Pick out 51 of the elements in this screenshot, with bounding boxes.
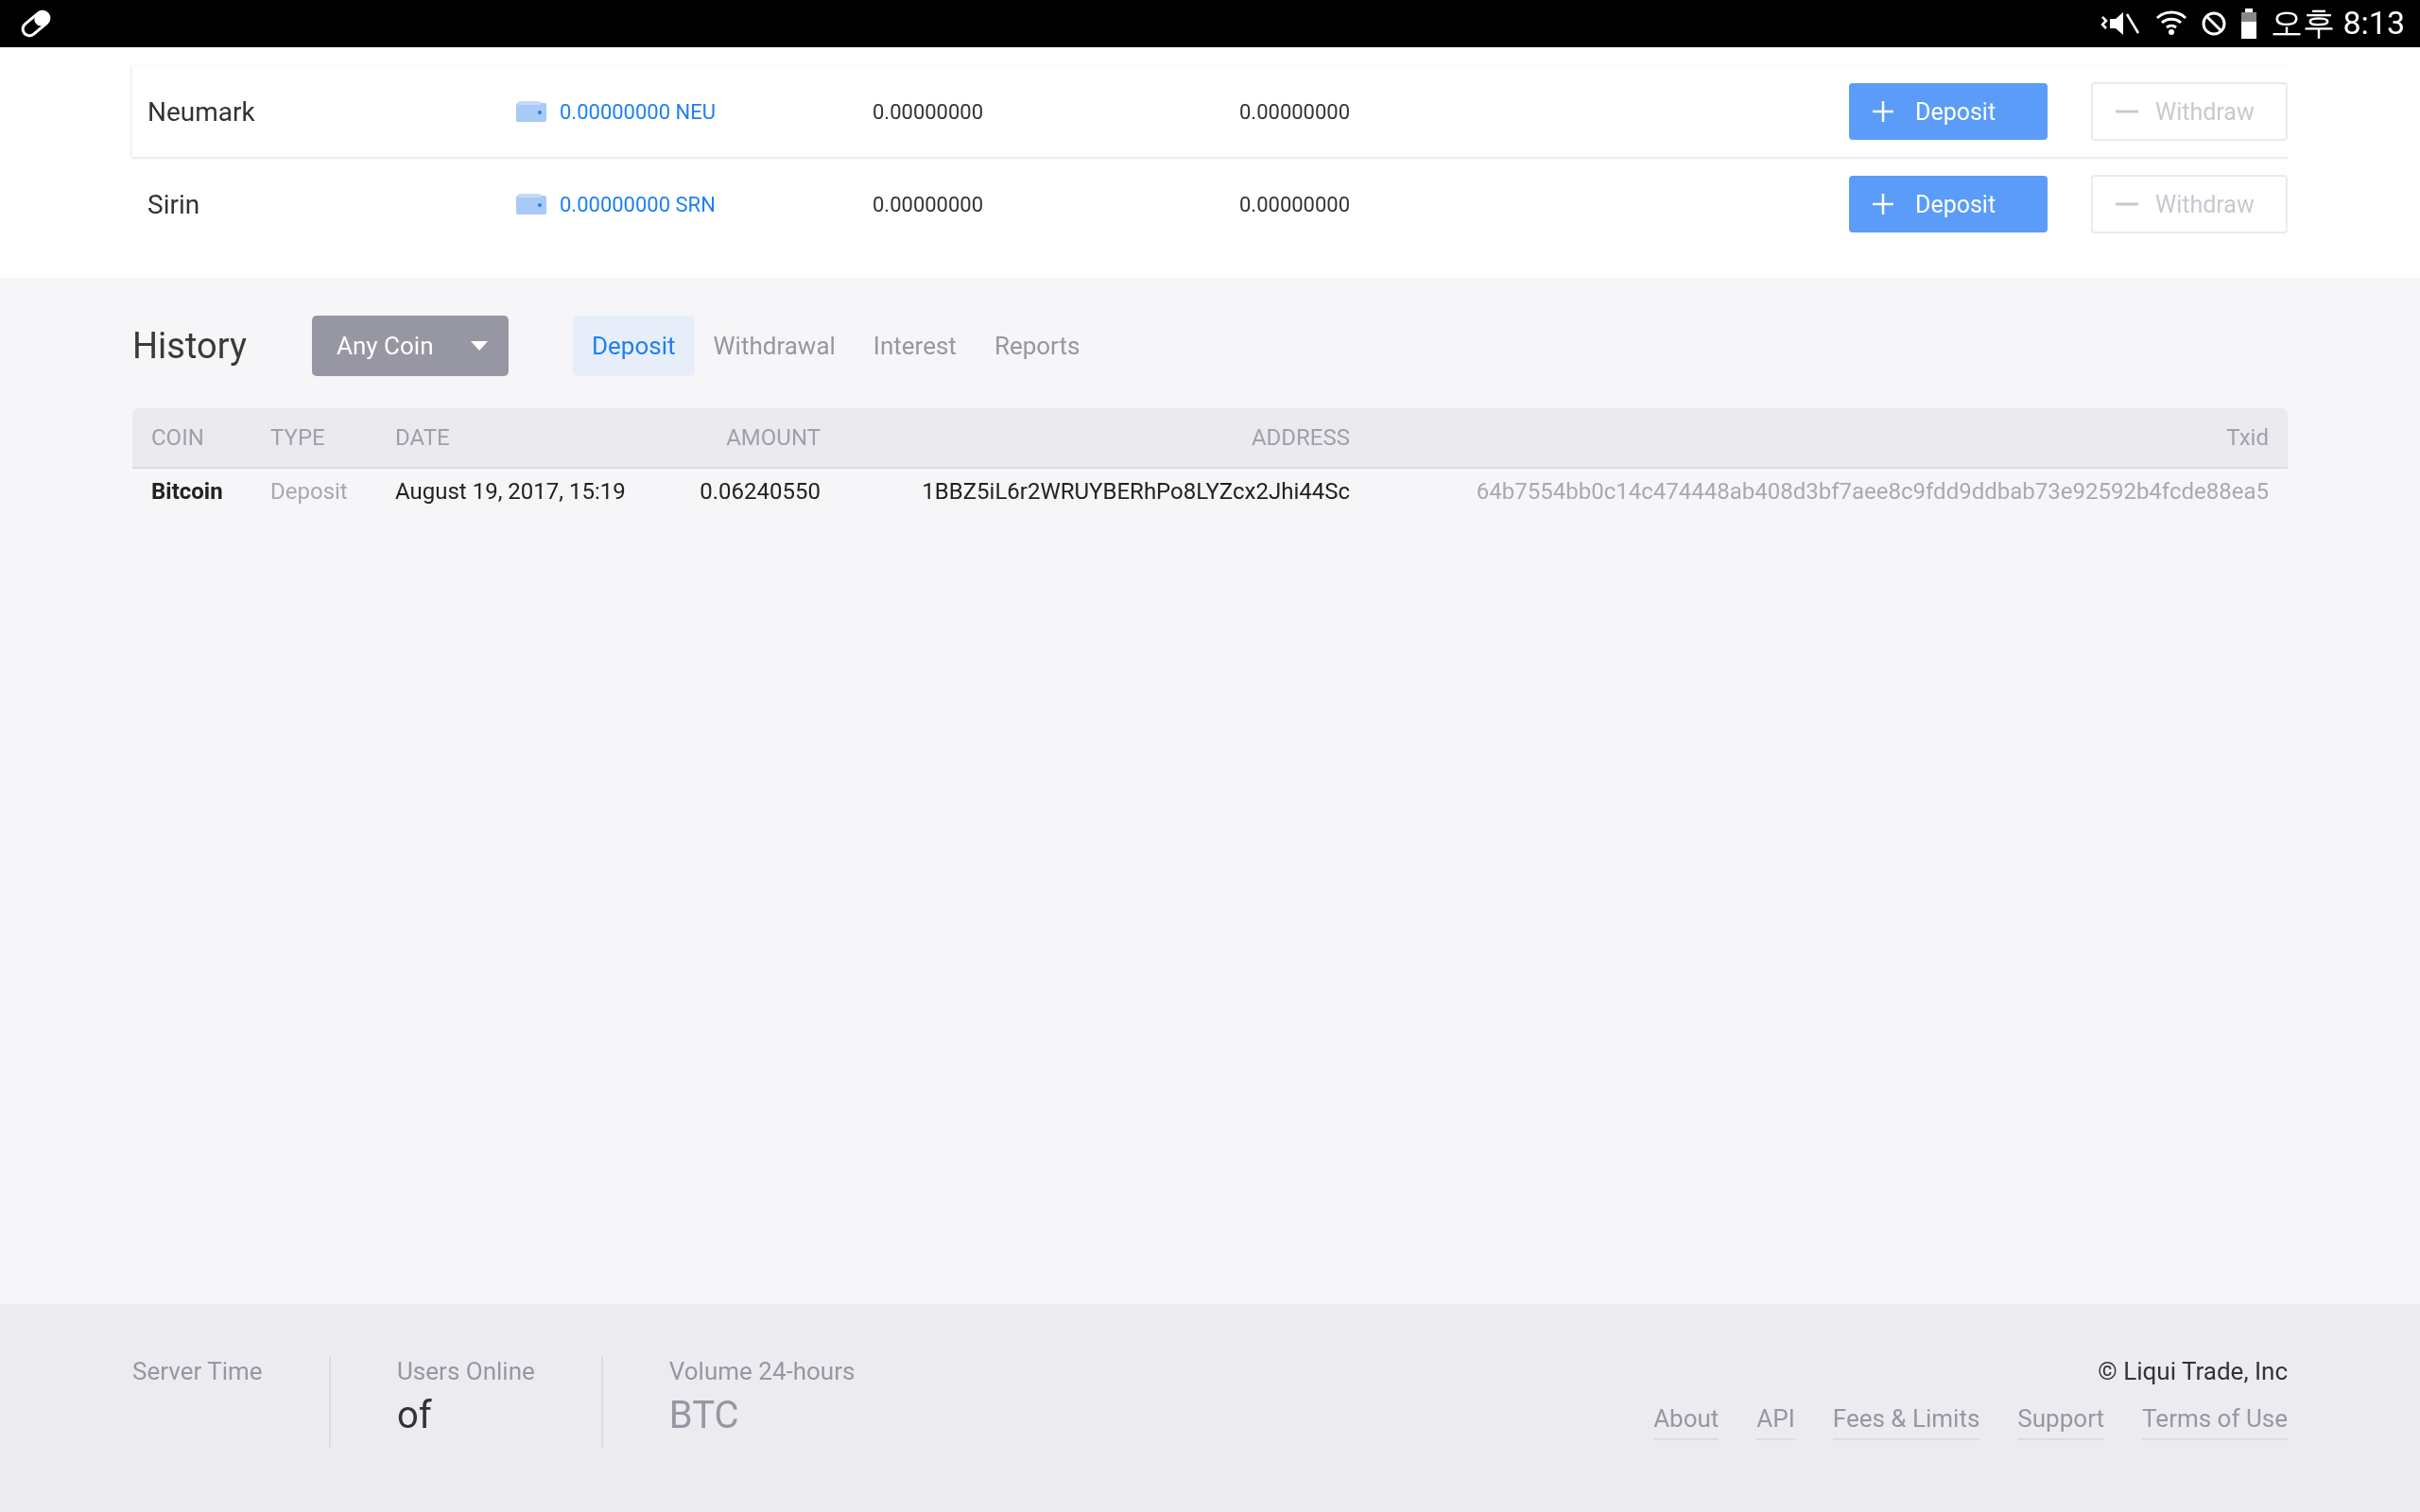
column-header: Txid bbox=[2225, 424, 2269, 451]
footer-link[interactable]: Fees & Limits bbox=[1832, 1404, 1980, 1440]
history-tab[interactable]: Reports bbox=[975, 316, 1099, 376]
plus-icon bbox=[1872, 100, 1894, 123]
table-cell-text: 64b7554bb0c14c474448ab408d3bf7aee8c9fdd9ddbab73e92592b4fcde88ea5 bbox=[1475, 477, 2269, 507]
table-cell-text: Deposit bbox=[270, 477, 349, 507]
amount-value: 0.00000000 bbox=[1239, 192, 1352, 216]
minus-icon bbox=[2116, 110, 2138, 113]
table-cell-text: 0.06240550 bbox=[699, 477, 821, 507]
column-header: ADDRESS bbox=[1250, 424, 1350, 451]
mute-icon bbox=[2099, 9, 2142, 38]
deposit-button[interactable]: Deposit bbox=[1849, 176, 2048, 232]
plus-icon bbox=[1872, 193, 1894, 215]
clock-time: 오후 8:13 bbox=[2271, 3, 2405, 43]
caret-icon bbox=[471, 341, 488, 351]
footer-link[interactable]: About bbox=[1653, 1404, 1720, 1440]
amount-value: 0.00000000 bbox=[873, 99, 985, 124]
column-header: TYPE bbox=[270, 424, 326, 451]
copyright-text: © Liqui Trade, Inc bbox=[2098, 1357, 2288, 1385]
stat-value: of bbox=[397, 1393, 433, 1437]
stat-value: BTC bbox=[668, 1393, 740, 1437]
blocked-icon bbox=[2201, 10, 2227, 37]
battery-icon bbox=[2240, 9, 2257, 39]
column-header: COIN bbox=[151, 424, 205, 451]
balance-link[interactable]: 0.00000000 NEU bbox=[560, 99, 716, 124]
table-cell-text: Bitcoin bbox=[151, 477, 224, 507]
coin-dropdown[interactable]: Any Coin bbox=[312, 316, 509, 376]
history-tab[interactable]: Interest bbox=[854, 316, 976, 376]
coin-name: Sirin bbox=[147, 188, 201, 220]
amount-value: 0.00000000 bbox=[873, 192, 985, 216]
stat-label: Volume 24-hours bbox=[668, 1357, 856, 1385]
stat-label: Server Time bbox=[132, 1357, 263, 1385]
amount-value: 0.00000000 bbox=[1239, 99, 1352, 124]
column-header: DATE bbox=[395, 424, 451, 451]
minus-icon bbox=[2116, 202, 2138, 206]
stat-label: Users Online bbox=[397, 1357, 535, 1385]
pill-icon bbox=[19, 9, 53, 38]
history-tab[interactable]: Withdrawal bbox=[694, 316, 855, 376]
wallet-icon bbox=[516, 194, 546, 215]
footer-link[interactable]: API bbox=[1756, 1404, 1795, 1440]
history-tab[interactable]: Deposit bbox=[573, 316, 695, 376]
balance-link[interactable]: 0.00000000 SRN bbox=[560, 192, 716, 216]
footer-link[interactable]: Terms of Use bbox=[2142, 1404, 2288, 1440]
coin-name: Neumark bbox=[147, 95, 256, 128]
deposit-button[interactable]: Deposit bbox=[1849, 83, 2048, 140]
wallet-icon bbox=[516, 101, 546, 122]
table-cell-text: August 19, 2017, 15:19 bbox=[395, 477, 627, 507]
footer-link[interactable]: Support bbox=[2017, 1404, 2105, 1440]
column-header: AMOUNT bbox=[725, 424, 821, 451]
table-cell-text: 1BBZ5iL6r2WRUYBERhPo8LYZcx2Jhi44Sc bbox=[921, 477, 1350, 507]
section-title: History bbox=[132, 325, 248, 367]
